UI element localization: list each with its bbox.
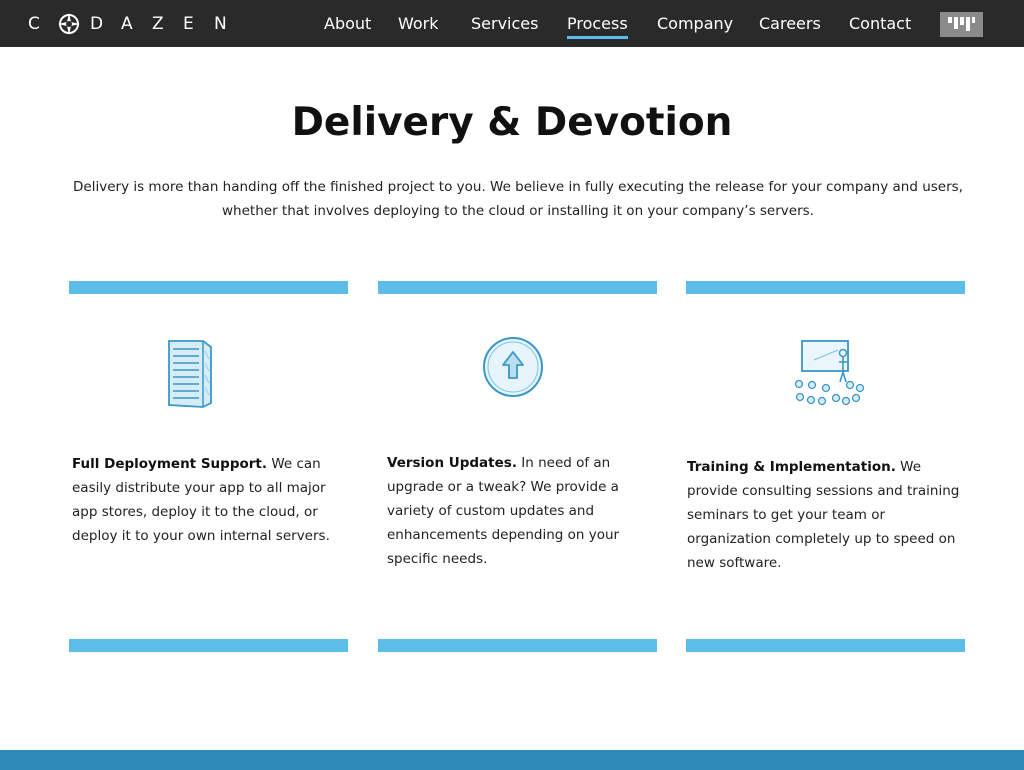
card-bottom-accent-bar [378, 639, 657, 652]
intro-paragraph: Delivery is more than handing off the fi… [73, 179, 963, 219]
card-version-updates: Version Updates. In need of an upgrade o… [387, 451, 662, 571]
card-bottom-accent-bar [686, 639, 965, 652]
main-nav: About Work Services Process Company Care… [0, 0, 1024, 47]
card-heading: Version Updates. [387, 455, 517, 471]
nav-services[interactable]: Services [471, 14, 538, 34]
nav-about[interactable]: About [324, 14, 371, 34]
nav-company[interactable]: Company [657, 14, 733, 34]
card-top-accent-bar [69, 281, 348, 294]
nav-contact[interactable]: Contact [849, 14, 911, 34]
footer-strip [0, 750, 1024, 770]
brand-badge-icon [948, 17, 975, 31]
nav-careers[interactable]: Careers [759, 14, 821, 34]
card-body: We provide consulting sessions and train… [687, 459, 960, 571]
upload-arrow-icon [481, 335, 545, 403]
page-title: Delivery & Devotion [291, 100, 733, 145]
nav-work[interactable]: Work [398, 14, 439, 34]
training-presentation-icon [792, 338, 865, 412]
card-top-accent-bar [686, 281, 965, 294]
brand-badge-button[interactable] [940, 12, 983, 37]
card-heading: Training & Implementation. [687, 459, 896, 475]
card-training-implementation: Training & Implementation. We provide co… [687, 455, 969, 575]
card-heading: Full Deployment Support. [72, 456, 268, 472]
card-bottom-accent-bar [69, 639, 348, 652]
top-navigation-bar: C D A Z E N About Work Services Process … [0, 0, 1024, 47]
nav-process[interactable]: Process [567, 14, 628, 39]
card-full-deployment: Full Deployment Support. We can easily d… [72, 452, 348, 548]
card-body: In need of an upgrade or a tweak? We pro… [387, 455, 620, 567]
card-top-accent-bar [378, 281, 657, 294]
server-icon [163, 337, 217, 413]
